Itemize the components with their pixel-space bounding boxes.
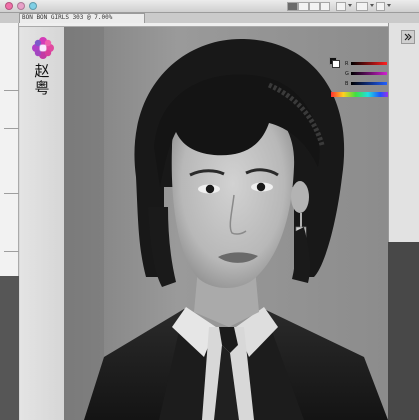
window-toolbar (0, 0, 419, 13)
photoshop-window: BON BON GIRLS 303 @ 7.00% 赵粤 R G B (0, 0, 419, 420)
name-plate: 赵粤 (20, 27, 64, 420)
expand-panels-icon (404, 33, 412, 41)
screen-mode-presentation-button[interactable] (320, 2, 330, 11)
minimize-button[interactable] (17, 2, 25, 10)
ruler-tick (4, 128, 19, 129)
color-spectrum-bar[interactable] (331, 92, 388, 97)
screen-mode-maximized-button[interactable] (309, 2, 320, 11)
red-label: R (345, 61, 349, 67)
close-button[interactable] (5, 2, 13, 10)
flower-logo-icon (32, 37, 54, 59)
arrange-chevron-down-icon[interactable] (348, 4, 352, 7)
ruler-tick (4, 193, 19, 194)
arrange-documents-button[interactable] (336, 2, 346, 11)
ruler-tick (4, 90, 19, 91)
portrait-photo (64, 27, 388, 420)
view-extras-button[interactable] (356, 2, 368, 11)
gear-icon[interactable] (376, 2, 385, 11)
ruler-tick (4, 251, 19, 252)
green-slider[interactable] (351, 72, 387, 75)
member-name: 赵粤 (34, 62, 50, 97)
left-panel-dark-area (0, 276, 19, 420)
zoom-button[interactable] (29, 2, 37, 10)
right-panel-dark-area (388, 242, 419, 420)
extras-chevron-down-icon[interactable] (370, 4, 374, 7)
blue-slider[interactable] (351, 82, 387, 85)
screen-mode-full-button[interactable] (298, 2, 309, 11)
image-canvas[interactable]: 赵粤 R G B (20, 27, 388, 420)
settings-chevron-down-icon[interactable] (387, 4, 391, 7)
blue-label: B (345, 81, 349, 87)
red-slider[interactable] (351, 62, 387, 65)
green-label: G (345, 71, 349, 77)
background-color-swatch[interactable] (332, 60, 340, 68)
document-title: BON BON GIRLS 303 @ 7.00% (22, 14, 113, 21)
screen-mode-standard-button[interactable] (287, 2, 298, 11)
